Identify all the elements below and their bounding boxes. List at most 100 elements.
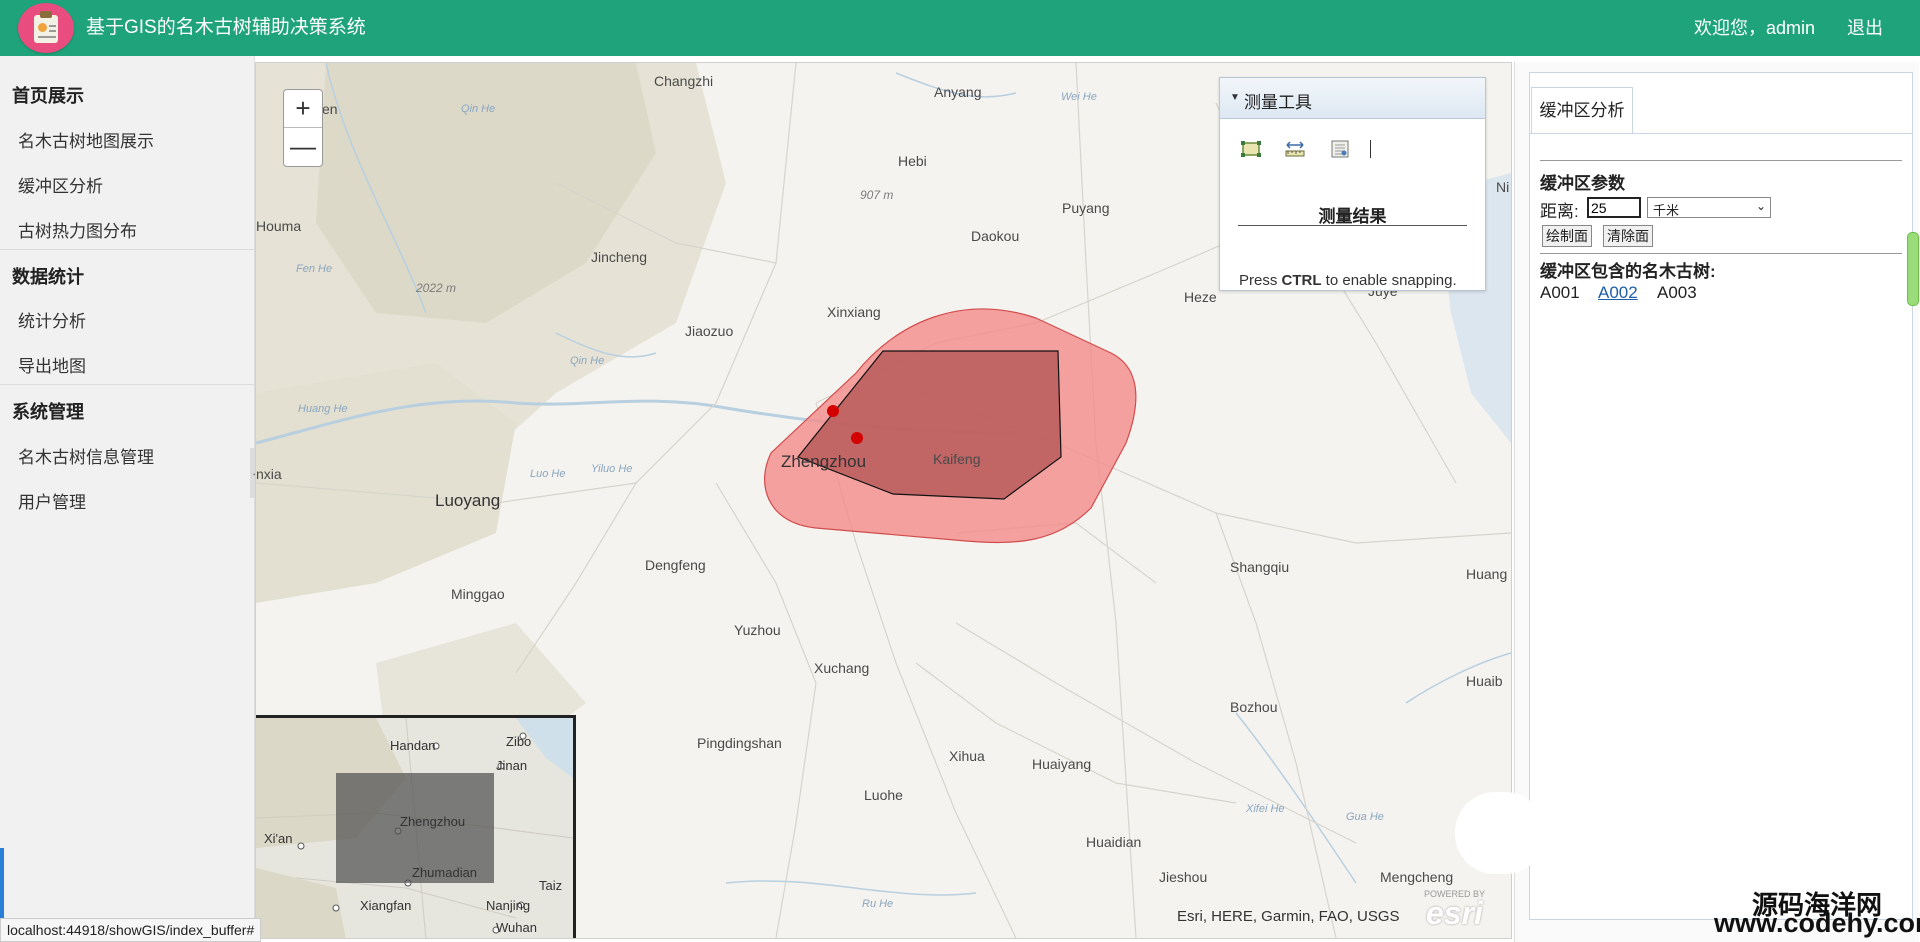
sidebar-section-home[interactable]: 首页展示 — [12, 82, 84, 108]
map-label: Xuchang — [814, 660, 870, 676]
overview-map[interactable]: Handan Zibo Jinan Zhengzhou Xi'an Zhumad… — [256, 715, 576, 938]
section-divider — [1540, 160, 1902, 161]
app-logo — [18, 3, 74, 53]
area-icon[interactable] — [1240, 139, 1262, 159]
elevation-label: 2022 m — [416, 281, 457, 295]
map-label: Bozhou — [1230, 699, 1278, 715]
overview-label: Nanjing — [486, 898, 531, 913]
sidebar-section-stats[interactable]: 数据统计 — [12, 263, 84, 289]
blank-overlay — [1455, 792, 1545, 874]
esri-logo: esri — [1426, 895, 1483, 931]
tree-item[interactable]: A001 — [1540, 283, 1580, 303]
river-label: Qin He — [570, 355, 605, 367]
river-label: Qin He — [461, 103, 496, 115]
snapping-hint-suffix: to enable snapping. — [1321, 272, 1457, 289]
overview-label: Zhengzhou — [400, 814, 466, 829]
map-label: Jieshou — [1159, 869, 1208, 885]
overview-label: Xi'an — [264, 831, 293, 846]
sidebar-item-tree-info[interactable]: 名木古树信息管理 — [18, 443, 154, 468]
map-view[interactable]: Changzhi Anyang Hebi Puyang Daokou Houma… — [255, 62, 1512, 939]
river-label: Yiluo He — [591, 463, 633, 475]
map-label: Jiaozuo — [685, 323, 734, 339]
measure-tool-panel: ▼ 测量工具 测量结果 Press CTRL to enable snappin… — [1219, 77, 1486, 291]
sidebar-item-heatmap[interactable]: 古树热力图分布 — [18, 217, 137, 242]
map-label: Hebi — [898, 153, 927, 169]
sidebar-item-statistics[interactable]: 统计分析 — [18, 307, 86, 332]
sidebar-item-tree-map[interactable]: 名木古树地图展示 — [18, 127, 154, 152]
overview-label: Zhumadian — [412, 865, 478, 880]
river-label: Gua He — [1346, 811, 1384, 823]
river-label: Huang He — [298, 403, 348, 415]
map-label: Huaidian — [1086, 834, 1142, 850]
map-label: Huaiyang — [1032, 756, 1092, 772]
sidebar-divider — [0, 384, 254, 385]
map-label: Shangqiu — [1230, 559, 1290, 575]
measure-panel-header[interactable]: ▼ 测量工具 — [1220, 78, 1485, 119]
zoom-in-button[interactable]: + — [284, 90, 322, 128]
zoom-out-button[interactable]: — — [284, 128, 322, 166]
measure-result-label: 测量结果 — [1318, 207, 1387, 226]
overview-label: Wuhan — [496, 920, 537, 935]
distance-icon[interactable] — [1284, 139, 1306, 159]
overview-label: Jinan — [496, 758, 528, 773]
buffer-panel-body: 缓冲区分析 缓冲区参数 距离: 千米 ⌄ 绘制面 清除面 缓冲区包含的名木古树:… — [1529, 72, 1913, 920]
sidebar-item-users[interactable]: 用户管理 — [18, 488, 86, 513]
tab-divider — [1530, 133, 1912, 134]
status-bar-url: localhost:44918/showGIS/index_buffer# — [0, 918, 262, 942]
map-label: Jincheng — [591, 249, 648, 265]
map-label: Houma — [256, 218, 302, 234]
unit-select[interactable]: 千米 ⌄ — [1647, 197, 1771, 218]
river-label: Fen He — [296, 263, 333, 275]
map-label: Anyang — [934, 84, 982, 100]
collapse-triangle-icon[interactable]: ▼ — [1230, 92, 1240, 103]
map-label: Zhengzhou — [781, 452, 867, 471]
app-title: 基于GIS的名木古树辅助决策系统 — [86, 17, 366, 38]
elevation-label: 907 m — [860, 188, 894, 202]
overview-label: Handan — [390, 738, 436, 753]
river-label: Xifei He — [1246, 803, 1285, 815]
river-label: Wei He — [1061, 91, 1097, 103]
overview-label: Taiz — [539, 878, 563, 893]
river-label: Ru He — [862, 898, 894, 910]
clear-polygon-button[interactable]: 清除面 — [1603, 225, 1653, 247]
logout-link[interactable]: 退出 — [1847, 17, 1883, 39]
map-label: Ni — [1496, 179, 1510, 195]
distance-input[interactable] — [1587, 197, 1641, 218]
snapping-key: CTRL — [1281, 272, 1322, 289]
buffer-result-title: 缓冲区包含的名木古树: — [1540, 262, 1716, 281]
map-label: Xihua — [949, 748, 985, 764]
overview-label: Xiangfan — [360, 898, 412, 913]
draw-polygon-button[interactable]: 绘制面 — [1542, 225, 1592, 247]
measure-result-divider — [1238, 225, 1467, 226]
snapping-hint: Press CTRL to enable snapping. — [1239, 272, 1457, 289]
location-icon[interactable] — [1329, 139, 1351, 159]
tree-item[interactable]: A003 — [1657, 283, 1697, 303]
map-label: Mengcheng — [1380, 869, 1454, 885]
tab-buffer-analysis[interactable]: 缓冲区分析 — [1531, 87, 1633, 134]
map-label: Puyang — [1062, 200, 1110, 216]
map-label: Heze — [1184, 289, 1217, 305]
sidebar-section-admin[interactable]: 系统管理 — [12, 398, 84, 424]
buffer-params-title: 缓冲区参数 — [1540, 174, 1625, 193]
map-attribution: Esri, HERE, Garmin, FAO, USGS — [1177, 908, 1400, 925]
section-divider — [1540, 253, 1902, 254]
map-label: Huaib — [1466, 673, 1503, 689]
tree-item-link[interactable]: A002 — [1598, 283, 1638, 303]
river-label: Luo He — [530, 468, 566, 480]
map-label: Xinxiang — [827, 304, 881, 320]
edge-indicator — [0, 848, 4, 920]
sidebar-item-buffer-analysis[interactable]: 缓冲区分析 — [18, 172, 103, 197]
welcome-text: 欢迎您，admin — [1694, 18, 1816, 38]
sidebar-item-export-map[interactable]: 导出地图 — [18, 352, 86, 377]
chevron-down-icon: ⌄ — [1755, 199, 1766, 213]
map-label: Dengfeng — [645, 557, 706, 573]
map-label: Minggao — [451, 586, 505, 602]
measure-panel-title: 测量工具 — [1244, 93, 1312, 112]
buffer-panel: 缓冲区分析 缓冲区参数 距离: 千米 ⌄ 绘制面 清除面 缓冲区包含的名木古树:… — [1455, 62, 1919, 942]
map-label: Yuzhou — [734, 622, 781, 638]
map-label: Changzhi — [654, 73, 714, 89]
distance-label: 距离: — [1540, 202, 1579, 221]
map-label: Pingdingshan — [697, 735, 782, 751]
scrollbar-thumb[interactable] — [1907, 232, 1919, 306]
map-label: Huang — [1466, 566, 1508, 582]
